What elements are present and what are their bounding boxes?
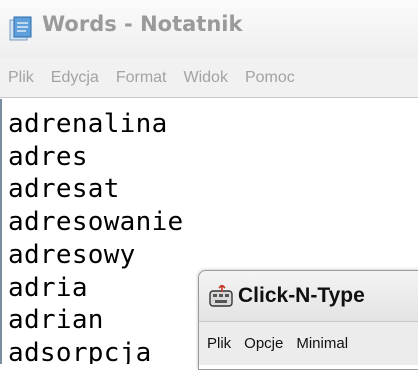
notepad-titlebar[interactable]: Words - Notatnik xyxy=(0,0,418,58)
notepad-menubar: Plik Edycja Format Widok Pomoc xyxy=(0,58,418,98)
text-line: adresat xyxy=(8,174,120,205)
cnt-menu-opcje[interactable]: Opcje xyxy=(244,335,283,352)
notepad-title: Words - Notatnik xyxy=(42,12,243,36)
clickntype-title: Click-N-Type xyxy=(238,284,365,307)
text-line: adrenalina xyxy=(8,109,168,139)
text-line: adresowy xyxy=(8,239,136,270)
menu-plik[interactable]: Plik xyxy=(8,69,34,87)
menu-format[interactable]: Format xyxy=(116,69,167,87)
clickntype-icon xyxy=(208,283,234,309)
menu-edycja[interactable]: Edycja xyxy=(51,69,99,87)
menu-pomoc[interactable]: Pomoc xyxy=(245,69,295,87)
menu-widok[interactable]: Widok xyxy=(183,69,227,87)
text-line: adres xyxy=(8,141,88,172)
clickntype-titlebar[interactable]: Click-N-Type xyxy=(199,271,418,321)
cnt-menu-minimal[interactable]: Minimal xyxy=(296,335,348,352)
clickntype-menubar: Plik Opcje Minimal xyxy=(199,321,418,365)
notepad-icon xyxy=(8,16,32,42)
clickntype-window: Click-N-Type Plik Opcje Minimal xyxy=(198,270,418,370)
text-line: adresowanie xyxy=(8,207,184,238)
cnt-menu-plik[interactable]: Plik xyxy=(207,335,231,352)
